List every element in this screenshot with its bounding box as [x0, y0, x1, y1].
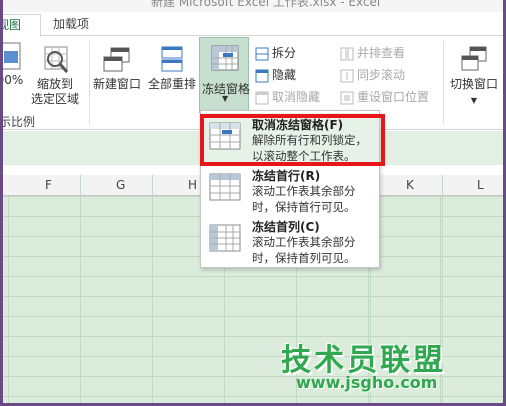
- highlight-annotation-box: [200, 114, 385, 166]
- unhide-button[interactable]: 取消隐藏: [255, 87, 320, 107]
- column-header-l[interactable]: L: [477, 178, 484, 192]
- column-header-h[interactable]: H: [188, 178, 197, 192]
- column-header-f[interactable]: F: [45, 178, 52, 192]
- hide-button[interactable]: 隐藏: [255, 65, 296, 85]
- zoom-100-icon: [3, 42, 21, 70]
- switch-windows-label: 切换窗口: [449, 77, 498, 91]
- chevron-down-icon: ▼: [222, 94, 229, 103]
- split-icon: [255, 47, 269, 60]
- ribbon-separator: [89, 41, 90, 125]
- zoom-selection-line1: 缩放到: [36, 77, 73, 91]
- arrange-all-icon: [161, 46, 183, 72]
- unhide-icon: [255, 91, 269, 104]
- unhide-label: 取消隐藏: [272, 90, 321, 104]
- window-title: 新建 Microsoft Excel 工作表.xlsx - Excel: [151, 0, 381, 9]
- tab-view[interactable]: 视图: [3, 14, 41, 37]
- sync-scroll-button[interactable]: 同步滚动: [340, 65, 405, 85]
- zoom-100-button[interactable]: 00%: [3, 41, 25, 88]
- ribbon-separator: [443, 41, 444, 125]
- reset-window-position-button[interactable]: 重设窗口位置: [340, 87, 429, 107]
- column-header-g[interactable]: G: [116, 178, 125, 192]
- new-window-label: 新建窗口: [92, 77, 141, 91]
- freeze-top-row-title: 冻结首行(R): [252, 169, 321, 183]
- hide-icon: [255, 69, 269, 82]
- excel-window: 新建 Microsoft Excel 工作表.xlsx - Excel 视图 加…: [3, 0, 503, 403]
- sync-scroll-icon: [340, 69, 354, 82]
- watermark-url: www.jsgho.com: [296, 373, 438, 392]
- sync-scroll-label: 同步滚动: [357, 68, 406, 82]
- title-bar: 新建 Microsoft Excel 工作表.xlsx - Excel: [3, 0, 503, 12]
- column-header-k[interactable]: K: [406, 178, 414, 192]
- arrange-all-button[interactable]: 全部重排: [145, 45, 199, 92]
- freeze-top-row-desc: 滚动工作表其余部分时，保持首行可见。: [252, 184, 356, 214]
- view-side-by-side-button[interactable]: 并排查看: [340, 43, 405, 63]
- tab-addins[interactable]: 加载项: [53, 14, 89, 37]
- column-divider: [80, 175, 81, 403]
- new-window-icon: [103, 47, 130, 72]
- side-by-side-icon: [340, 47, 354, 60]
- zoom-selection-line2: 选定区域: [30, 92, 79, 106]
- side-by-side-label: 并排查看: [357, 46, 406, 60]
- reset-position-label: 重设窗口位置: [357, 90, 430, 104]
- split-button[interactable]: 拆分: [255, 43, 296, 63]
- arrange-all-label: 全部重排: [147, 77, 196, 91]
- freeze-top-row-icon: [209, 173, 241, 201]
- zoom-100-label: 00%: [3, 73, 24, 87]
- switch-windows-button[interactable]: 切换窗口 ▼: [445, 45, 503, 108]
- freeze-first-column-title: 冻结首列(C): [252, 220, 320, 234]
- magnifier-icon: [44, 46, 69, 73]
- reset-position-icon: [340, 91, 354, 104]
- switch-windows-icon: [461, 46, 487, 71]
- freeze-first-column-item[interactable]: 冻结首列(C) 滚动工作表其余部分时，保持首列可见。: [201, 215, 379, 265]
- freeze-first-column-desc: 滚动工作表其余部分时，保持首列可见。: [252, 235, 356, 265]
- zoom-to-selection-button[interactable]: 缩放到 选定区域: [27, 45, 83, 107]
- freeze-first-column-icon: [209, 224, 241, 252]
- new-window-button[interactable]: 新建窗口: [91, 45, 143, 92]
- zoom-group-label: 示比例: [3, 115, 36, 129]
- hide-label: 隐藏: [272, 68, 297, 82]
- freeze-top-row-item[interactable]: 冻结首行(R) 滚动工作表其余部分时，保持首行可见。: [201, 164, 379, 214]
- column-divider: [152, 175, 153, 403]
- split-label: 拆分: [272, 46, 297, 60]
- freeze-panes-button[interactable]: 冻结窗格 ▼: [199, 37, 250, 113]
- ribbon-tabs: 视图 加载项: [3, 12, 503, 37]
- chevron-down-icon: ▼: [470, 96, 478, 105]
- freeze-panes-icon: [211, 45, 239, 71]
